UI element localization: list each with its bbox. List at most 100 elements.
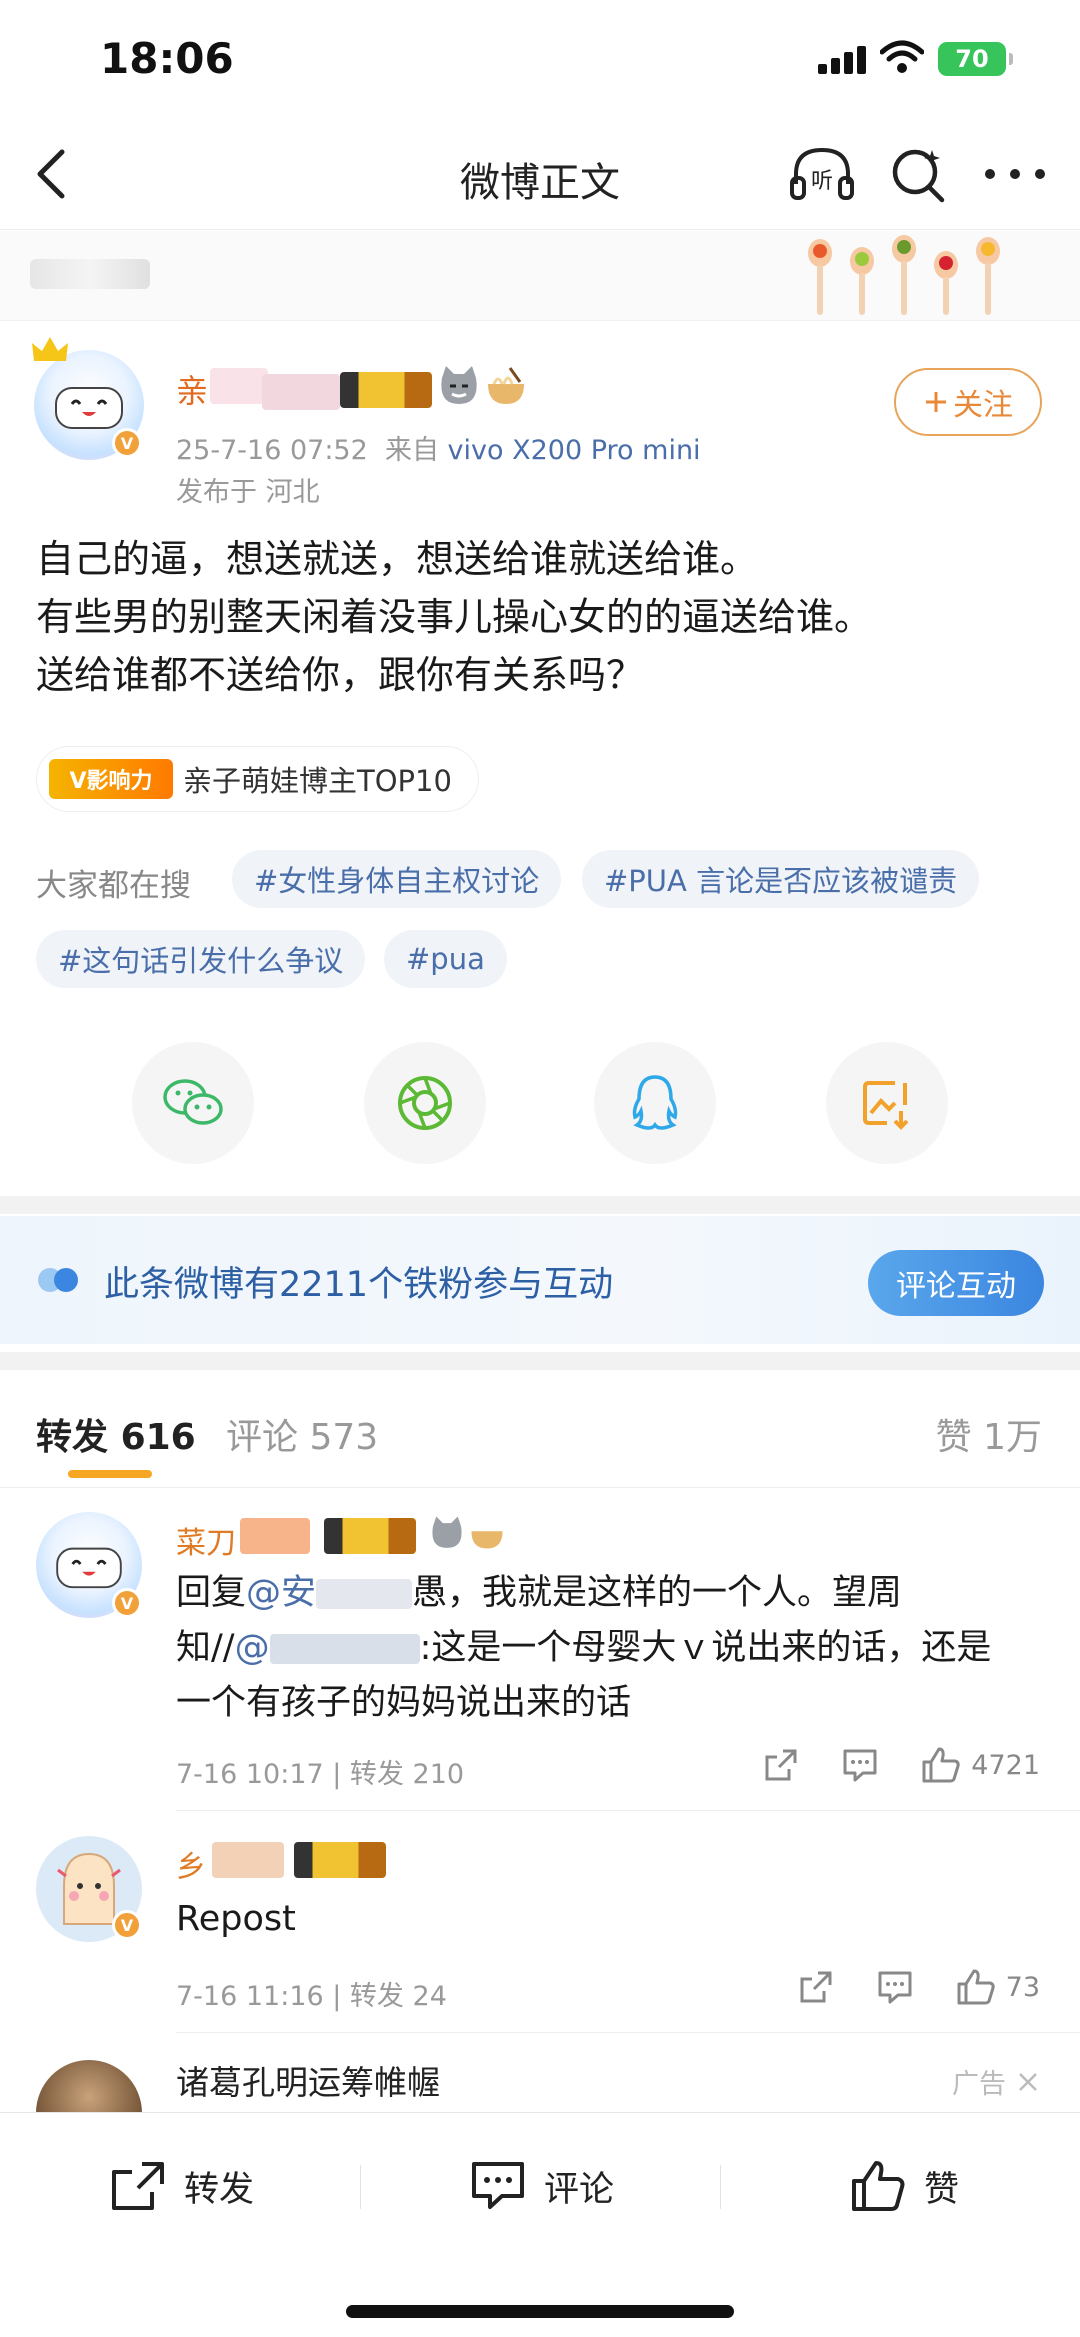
fans-dots-icon	[38, 1268, 78, 1292]
post-content: 自己的逼，想送就送，想送给谁就送给谁。 有些男的别整天闲着没事儿操心女的的逼送给…	[36, 530, 1046, 704]
listen-icon-label: 听	[811, 169, 833, 194]
bottom-action-bar: 转发 评论 赞	[0, 2112, 1080, 2337]
post-source-prefix: 来自	[384, 435, 439, 466]
share-icon[interactable]	[763, 1747, 799, 1783]
bottom-like-button[interactable]: 赞	[850, 2153, 959, 2219]
verified-badge: V	[112, 1588, 142, 1618]
repost-meta: 7-16 10:17 | 转发 210	[176, 1759, 465, 1790]
mention-mask	[316, 1579, 413, 1609]
repost-meta: 7-16 11:16 | 转发 24	[176, 1981, 447, 2012]
mention-link[interactable]: @安	[246, 1573, 316, 1613]
close-icon[interactable]	[1016, 2070, 1040, 2094]
member-badge-masked	[340, 372, 432, 408]
section-divider	[0, 1196, 1080, 1214]
hot-search-chip[interactable]: #这句话引发什么争议	[36, 930, 366, 988]
tab-comments-count: 573	[309, 1417, 379, 1458]
bottom-separator	[360, 2165, 361, 2209]
crown-icon	[32, 337, 68, 361]
tab-reposts[interactable]: 转发 616	[36, 1408, 196, 1460]
repost-text-part: 一个有孩子的妈妈说出来的话	[176, 1683, 632, 1723]
promo-banner[interactable]	[0, 231, 1080, 321]
cat-emoji-icon	[441, 366, 477, 404]
repost-text-part: 回复	[176, 1573, 247, 1613]
thumbs-up-icon	[922, 1747, 960, 1783]
comment-icon[interactable]	[876, 1969, 914, 2005]
share-wechat-button[interactable]	[132, 1042, 254, 1164]
like-count: 4721	[971, 1749, 1040, 1781]
follow-button[interactable]: 关注	[894, 368, 1042, 436]
bottom-repost-button[interactable]: 转发	[110, 2153, 254, 2219]
influence-logo: V影响力	[49, 759, 173, 799]
status-time: 18:06	[100, 34, 234, 83]
wifi-icon	[880, 40, 924, 73]
share-save-image-button[interactable]	[826, 1042, 948, 1164]
repost-text: Repost	[176, 1899, 296, 1939]
hot-search-label: 大家都在搜	[36, 868, 191, 904]
bottom-like-label: 赞	[924, 2169, 960, 2210]
share-icon[interactable]	[798, 1969, 834, 2005]
comment-icon	[472, 2162, 524, 2209]
row-separator	[176, 1810, 1080, 1811]
search-icon[interactable]	[888, 144, 948, 204]
listen-icon[interactable]: 听	[788, 144, 856, 204]
post-meta: 25-7-16 07:52 来自 vivo X200 Pro mini	[176, 428, 701, 467]
plus-icon	[926, 392, 946, 412]
bottom-comment-label: 评论	[544, 2169, 615, 2210]
post-content-line: 自己的逼，想送就送，想送给谁就送给谁。	[36, 537, 759, 581]
tab-reposts-label: 转发	[36, 1417, 109, 1458]
ad-tag: 广告	[952, 2062, 1040, 2101]
section-divider	[0, 1352, 1080, 1370]
follow-label: 关注	[953, 388, 1013, 423]
share-qq-button[interactable]	[594, 1042, 716, 1164]
repost-actions: 4721	[763, 1746, 1040, 1784]
bottom-repost-label: 转发	[184, 2169, 255, 2210]
tab-comments[interactable]: 评论 573	[226, 1408, 378, 1460]
like-button[interactable]: 73	[956, 1968, 1040, 2006]
repost-actions: 73	[798, 1968, 1040, 2006]
author-username[interactable]: 亲	[176, 366, 208, 412]
row-separator	[176, 2032, 1080, 2033]
iron-fans-banner[interactable]: 此条微博有2211个铁粉参与互动 评论互动	[0, 1216, 1080, 1344]
influence-text: 亲子萌娃博主TOP10	[183, 764, 452, 798]
noodle-bowl-icon	[471, 1531, 503, 1549]
comment-icon[interactable]	[841, 1747, 879, 1783]
post-source-device[interactable]: vivo X200 Pro mini	[448, 435, 701, 466]
status-bar: 18:06 70	[0, 0, 1080, 120]
repost-icon	[112, 2162, 164, 2210]
qq-icon	[632, 1075, 678, 1130]
thumbs-up-icon	[957, 1969, 995, 2005]
hot-search-chip[interactable]: #PUA 言论是否应该被谴责	[582, 850, 980, 908]
active-tab-indicator	[68, 1470, 152, 1478]
repost-text-part: 知//	[176, 1628, 235, 1668]
more-icon[interactable]	[980, 160, 1050, 188]
repost-username[interactable]: 菜刀	[176, 1518, 236, 1562]
banner-blurred-text	[30, 259, 150, 289]
signal-icon	[818, 44, 870, 74]
bottom-comment-button[interactable]: 评论	[470, 2153, 614, 2219]
iron-fans-text: 此条微博有2211个铁粉参与互动	[104, 1265, 614, 1305]
username-mask	[210, 368, 268, 404]
moments-icon	[398, 1076, 452, 1130]
verified-badge: V	[112, 1910, 142, 1940]
verified-badge: V	[112, 428, 142, 458]
like-button[interactable]: 4721	[921, 1746, 1040, 1784]
hot-search-chip[interactable]: #pua	[384, 930, 507, 988]
post-location: 发布于 河北	[176, 477, 320, 508]
save-image-icon	[863, 1081, 909, 1130]
tab-reposts-count: 616	[120, 1417, 196, 1458]
member-badge-masked	[324, 1518, 416, 1554]
tab-likes-label: 赞	[935, 1417, 972, 1458]
post-content-line: 送给谁都不送给你，跟你有关系吗？	[36, 653, 645, 697]
influence-badge[interactable]: V影响力 亲子萌娃博主TOP10	[36, 746, 479, 812]
mention-link[interactable]: @	[235, 1628, 270, 1668]
repost-text: 回复@安 愚，我就是这样的一个人。望周 知//@:这是一个母婴大ｖ说出来的话，还是…	[176, 1566, 1056, 1731]
ad-account-name[interactable]: 诸葛孔明运筹帷幄	[176, 2056, 440, 2104]
like-count: 73	[1005, 1971, 1040, 2003]
hot-search-chip[interactable]: #女性身体自主权讨论	[232, 850, 562, 908]
repost-username[interactable]: 乡	[176, 1842, 206, 1886]
share-moments-button[interactable]	[364, 1042, 486, 1164]
thumbs-up-icon	[852, 2161, 905, 2211]
tab-likes[interactable]: 赞 1万	[936, 1408, 1042, 1460]
comment-interact-button[interactable]: 评论互动	[868, 1250, 1044, 1316]
home-indicator	[346, 2305, 734, 2318]
